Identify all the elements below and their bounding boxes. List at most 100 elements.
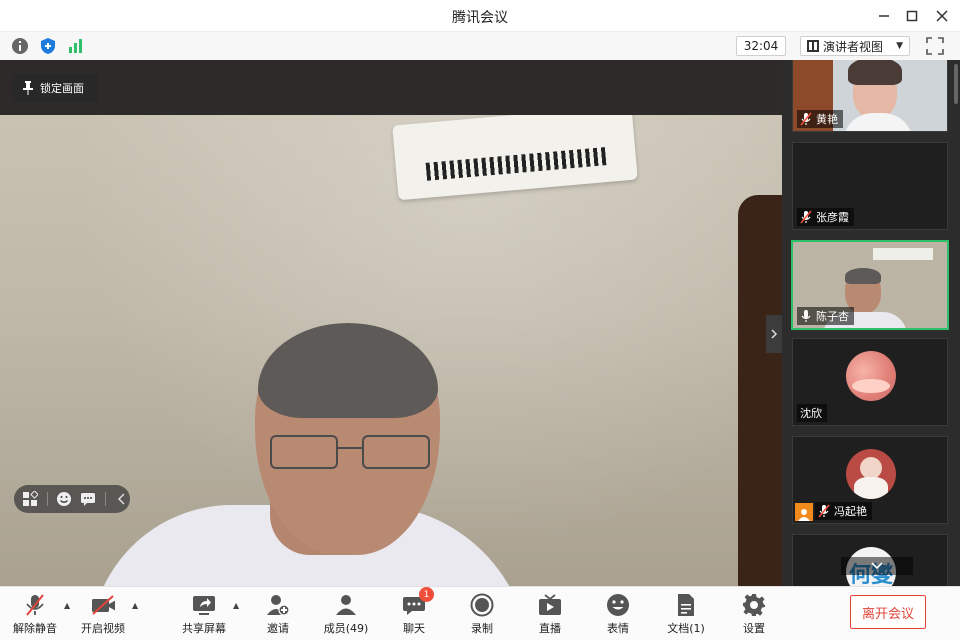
chat-bubble-icon bbox=[81, 493, 96, 506]
participant-tile[interactable]: 何燮 bbox=[792, 534, 948, 586]
caret-up-icon: ▲ bbox=[233, 601, 240, 610]
record-label: 录制 bbox=[471, 622, 493, 635]
status-bar: 32:04 演讲者视图 ▼ bbox=[0, 32, 960, 60]
chat-button[interactable]: 1 聊天 bbox=[384, 587, 444, 637]
minimize-button[interactable] bbox=[874, 6, 894, 26]
shield-icon bbox=[41, 38, 55, 54]
share-screen-label: 共享屏幕 bbox=[182, 622, 226, 635]
lock-view-label: 锁定画面 bbox=[40, 82, 84, 95]
chat-unread-badge: 1 bbox=[419, 587, 434, 602]
participant-panel: 黄艳 张彦霞 陈子杏 沈欣 冯起艳 bbox=[782, 60, 960, 586]
close-button[interactable] bbox=[932, 6, 952, 26]
start-video-label: 开启视频 bbox=[81, 622, 125, 635]
participant-name: 陈子杏 bbox=[816, 310, 849, 323]
leave-meeting-button[interactable]: 离开会议 bbox=[850, 595, 926, 629]
live-label: 直播 bbox=[539, 622, 561, 635]
participant-tile[interactable]: 黄艳 bbox=[792, 60, 948, 132]
mic-muted-icon bbox=[800, 112, 812, 126]
view-mode-label: 演讲者视图 bbox=[823, 39, 884, 54]
glasses bbox=[270, 435, 435, 475]
members-icon bbox=[334, 593, 358, 617]
video-options-button[interactable]: ▲ bbox=[132, 601, 138, 610]
share-screen-icon bbox=[192, 593, 216, 617]
record-icon bbox=[470, 593, 494, 617]
chevron-down-icon: ▼ bbox=[896, 41, 903, 51]
reactions-button[interactable]: 表情 bbox=[588, 593, 648, 637]
collapse-tools-button[interactable] bbox=[113, 490, 130, 508]
panel-scrollbar[interactable] bbox=[954, 64, 958, 104]
layout-icon bbox=[807, 40, 819, 52]
host-badge bbox=[795, 503, 813, 521]
security-button[interactable] bbox=[38, 36, 58, 56]
chevron-left-icon bbox=[117, 493, 125, 505]
share-options-button[interactable]: ▲ bbox=[233, 601, 239, 610]
maximize-icon bbox=[906, 10, 918, 22]
participant-name: 黄艳 bbox=[816, 113, 838, 126]
signal-bars-icon bbox=[69, 39, 82, 53]
title-bar: 腾讯会议 bbox=[0, 0, 960, 32]
chevron-down-icon bbox=[871, 562, 883, 570]
close-icon bbox=[936, 10, 948, 22]
unmute-button[interactable]: 解除静音 bbox=[5, 593, 65, 637]
participant-tile[interactable]: 张彦霞 bbox=[792, 142, 948, 230]
meeting-timer: 32:04 bbox=[736, 36, 786, 56]
gear-icon bbox=[742, 593, 766, 617]
mic-muted-icon bbox=[23, 593, 47, 617]
documents-button[interactable]: 文档(1) bbox=[656, 593, 716, 637]
fullscreen-icon[interactable] bbox=[926, 37, 944, 55]
comment-button[interactable] bbox=[80, 490, 97, 508]
info-icon bbox=[12, 38, 28, 54]
person-icon bbox=[798, 509, 810, 521]
start-video-button[interactable]: 开启视频 bbox=[73, 593, 133, 637]
mic-icon bbox=[801, 310, 811, 322]
settings-button[interactable]: 设置 bbox=[724, 593, 784, 637]
apps-button[interactable] bbox=[22, 490, 39, 508]
participant-name: 沈欣 bbox=[800, 407, 822, 420]
participant-tile[interactable]: 冯起艳 bbox=[792, 436, 948, 524]
pin-icon bbox=[23, 81, 33, 95]
minimize-icon bbox=[879, 15, 889, 17]
members-label: 成员(49) bbox=[323, 622, 369, 635]
participant-tile[interactable]: 沈欣 bbox=[792, 338, 948, 426]
mic-muted-icon bbox=[800, 210, 812, 224]
bottom-toolbar: 解除静音 ▲ 开启视频 ▲ 共享屏幕 ▲ 邀请 成员(49) 1 聊天 录制 直… bbox=[0, 586, 960, 640]
add-user-icon bbox=[266, 593, 290, 617]
caret-up-icon: ▲ bbox=[64, 601, 71, 610]
audio-options-button[interactable]: ▲ bbox=[64, 601, 70, 610]
chat-bubble-icon: 1 bbox=[402, 587, 434, 617]
smiley-icon bbox=[606, 593, 630, 617]
record-button[interactable]: 录制 bbox=[452, 593, 512, 637]
meeting-info-button[interactable] bbox=[10, 36, 30, 56]
window-title: 腾讯会议 bbox=[452, 10, 508, 26]
invite-label: 邀请 bbox=[267, 622, 289, 635]
members-button[interactable]: 成员(49) bbox=[316, 593, 376, 637]
live-button[interactable]: 直播 bbox=[520, 593, 580, 637]
camera-off-icon bbox=[91, 593, 115, 617]
lock-view-button[interactable]: 锁定画面 bbox=[12, 74, 98, 102]
smiley-icon bbox=[56, 492, 71, 506]
maximize-button[interactable] bbox=[902, 6, 922, 26]
participant-tile-active[interactable]: 陈子杏 bbox=[791, 240, 949, 330]
caret-up-icon: ▲ bbox=[132, 601, 139, 610]
document-icon bbox=[674, 593, 698, 617]
toggle-panel-button[interactable] bbox=[766, 315, 782, 353]
view-mode-dropdown[interactable]: 演讲者视图 ▼ bbox=[800, 36, 910, 56]
chat-label: 聊天 bbox=[403, 622, 425, 635]
invite-button[interactable]: 邀请 bbox=[248, 593, 308, 637]
chevron-right-icon bbox=[771, 329, 778, 339]
speaker-video-feed bbox=[0, 115, 782, 586]
floating-tools bbox=[14, 485, 130, 513]
emoji-button[interactable] bbox=[55, 490, 72, 508]
participant-name: 张彦霞 bbox=[816, 211, 849, 224]
share-screen-button[interactable]: 共享屏幕 bbox=[174, 593, 234, 637]
live-stream-icon bbox=[538, 593, 562, 617]
unmute-label: 解除静音 bbox=[13, 622, 57, 635]
network-signal-button[interactable] bbox=[66, 36, 86, 56]
avatar bbox=[846, 449, 896, 499]
main-video[interactable]: 锁定画面 bbox=[0, 60, 782, 586]
apps-grid-icon bbox=[23, 491, 39, 506]
reactions-label: 表情 bbox=[607, 622, 629, 635]
scroll-down-button[interactable] bbox=[841, 557, 913, 575]
mic-muted-icon bbox=[818, 504, 830, 518]
participant-name: 冯起艳 bbox=[834, 505, 867, 518]
